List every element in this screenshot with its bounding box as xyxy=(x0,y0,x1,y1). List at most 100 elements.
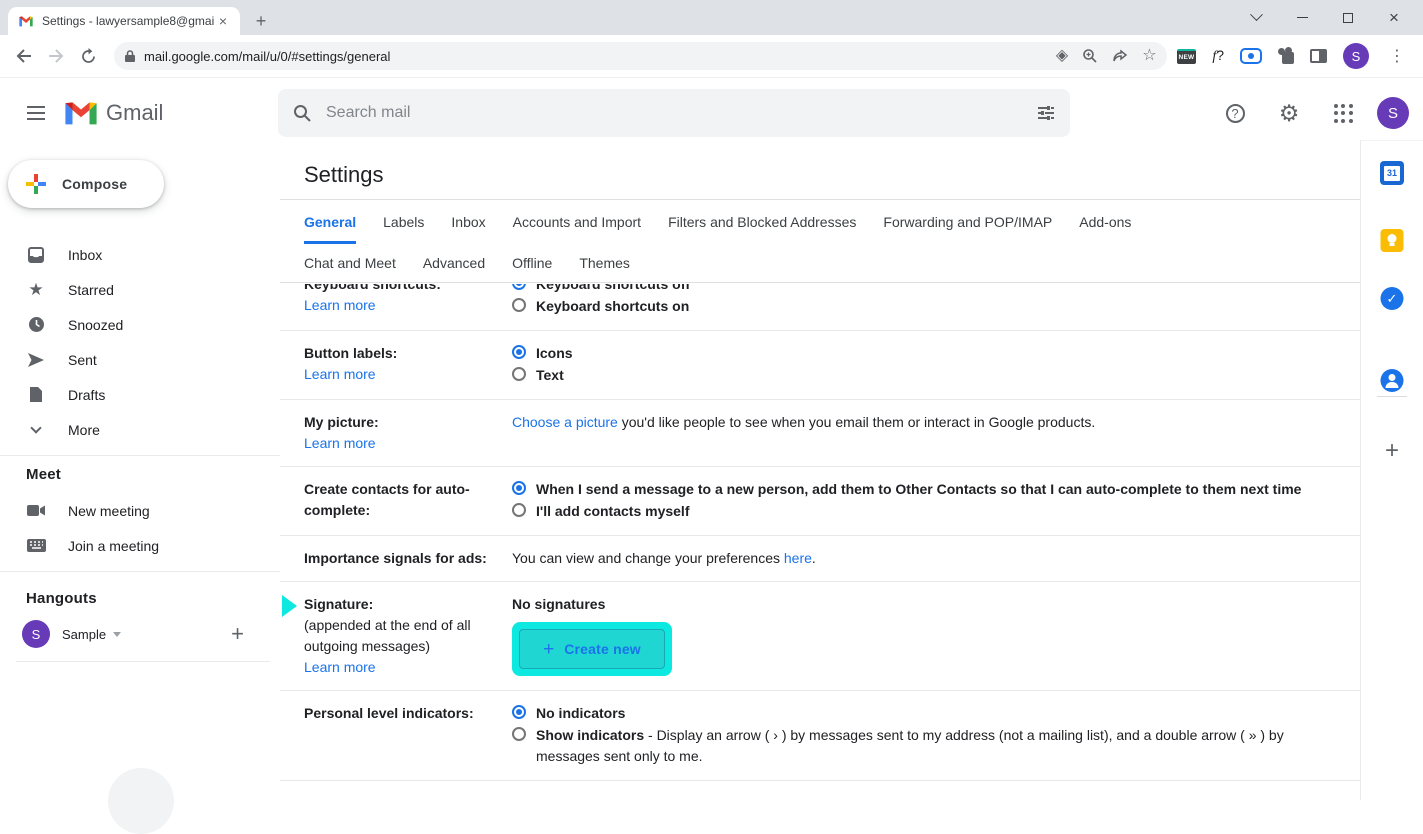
radio-unselected[interactable] xyxy=(512,727,526,741)
search-input[interactable] xyxy=(326,104,1036,122)
signature-sublabel: (appended at the end of all outgoing mes… xyxy=(304,617,471,654)
sidebar-item-sent[interactable]: Sent xyxy=(0,342,272,377)
option-add-contacts-myself[interactable]: I'll add contacts myself xyxy=(512,501,1320,522)
settings-gear-icon[interactable]: ⚙ xyxy=(1269,93,1309,133)
learn-more-link[interactable]: Learn more xyxy=(304,295,376,316)
tasks-icon[interactable]: ✓ xyxy=(1381,287,1404,310)
sidebar-item-snoozed[interactable]: Snoozed xyxy=(0,307,272,342)
row-button-labels: Button labels: Learn more Icons Text xyxy=(280,331,1360,400)
tab-advanced[interactable]: Advanced xyxy=(423,244,485,282)
hangouts-caret-icon[interactable] xyxy=(113,632,121,637)
radio-unselected[interactable] xyxy=(512,503,526,517)
create-new-signature-button[interactable]: + Create new xyxy=(519,629,665,669)
google-apps-icon[interactable] xyxy=(1323,93,1363,133)
hangouts-avatar[interactable]: S xyxy=(22,620,50,648)
choose-picture-link[interactable]: Choose a picture xyxy=(512,414,618,430)
radio-unselected[interactable] xyxy=(512,367,526,381)
get-addons-button[interactable]: + xyxy=(1385,437,1399,465)
radio-selected[interactable] xyxy=(512,345,526,359)
sidebar-item-join-meeting[interactable]: Join a meeting xyxy=(0,528,272,563)
zoom-icon[interactable] xyxy=(1082,48,1098,64)
fn-extension-icon[interactable]: f? xyxy=(1212,47,1224,65)
new-tab-button[interactable]: + xyxy=(248,8,274,34)
compose-label: Compose xyxy=(62,176,127,192)
sidebar-item-inbox[interactable]: Inbox xyxy=(0,237,272,272)
reload-icon[interactable] xyxy=(72,40,104,72)
search-options-icon[interactable] xyxy=(1036,103,1056,123)
bookmark-star-icon[interactable]: ☆ xyxy=(1142,48,1156,64)
tab-accounts-and-import[interactable]: Accounts and Import xyxy=(513,200,641,244)
calendar-icon[interactable]: 31 xyxy=(1380,161,1404,185)
sidebar-item-more[interactable]: More xyxy=(0,412,272,447)
radio-selected[interactable] xyxy=(512,481,526,495)
tab-general[interactable]: General xyxy=(304,200,356,244)
star-icon: ★ xyxy=(26,281,46,298)
row-keyboard-shortcuts: Keyboard shortcuts: Learn more Keyboard … xyxy=(280,284,1360,331)
gmail-logo-text: Gmail xyxy=(106,100,163,126)
sidebar-item-starred[interactable]: ★ Starred xyxy=(0,272,272,307)
option-keyboard-shortcuts-off[interactable]: Keyboard shortcuts off xyxy=(512,284,1320,295)
main-menu-icon[interactable] xyxy=(12,89,60,137)
browser-tab[interactable]: Settings - lawyersample8@gmail × xyxy=(8,7,240,35)
tab-search-icon[interactable] xyxy=(1233,0,1279,35)
hangouts-user-row[interactable]: S Sample + xyxy=(0,614,272,654)
minimize-button[interactable] xyxy=(1279,0,1325,35)
maximize-button[interactable] xyxy=(1325,0,1371,35)
tab-chat-and-meet[interactable]: Chat and Meet xyxy=(304,244,396,282)
browser-menu-icon[interactable]: ⋮ xyxy=(1385,46,1409,66)
support-icon[interactable]: ? xyxy=(1215,93,1255,133)
option-keyboard-shortcuts-on[interactable]: Keyboard shortcuts on xyxy=(512,296,1320,317)
tab-filters[interactable]: Filters and Blocked Addresses xyxy=(668,200,856,244)
tab-forwarding[interactable]: Forwarding and POP/IMAP xyxy=(883,200,1052,244)
search-bar[interactable] xyxy=(278,89,1070,137)
radio-unselected[interactable] xyxy=(512,298,526,312)
option-text[interactable]: Text xyxy=(512,365,1320,386)
tab-inbox[interactable]: Inbox xyxy=(451,200,485,244)
header-actions: ? ⚙ S xyxy=(1215,78,1409,148)
tab-addons[interactable]: Add-ons xyxy=(1079,200,1131,244)
radio-selected[interactable] xyxy=(512,284,526,290)
row-personal-level-indicators: Personal level indicators: No indicators… xyxy=(280,691,1360,781)
screen-record-extension-icon[interactable] xyxy=(1240,48,1262,64)
option-auto-add-contacts[interactable]: When I send a message to a new person, a… xyxy=(512,479,1320,500)
tab-themes[interactable]: Themes xyxy=(579,244,630,282)
learn-more-link[interactable]: Learn more xyxy=(304,364,376,385)
new-hangout-button[interactable]: + xyxy=(231,621,244,647)
option-no-indicators[interactable]: No indicators xyxy=(512,703,1320,724)
tab-close-icon[interactable]: × xyxy=(214,12,232,30)
extensions-puzzle-icon[interactable] xyxy=(1278,48,1294,64)
contacts-icon[interactable] xyxy=(1381,369,1404,392)
option-icons[interactable]: Icons xyxy=(512,343,1320,364)
learn-more-link[interactable]: Learn more xyxy=(304,657,376,678)
window-close-button[interactable]: × xyxy=(1371,0,1417,35)
sidebar-item-new-meeting[interactable]: New meeting xyxy=(0,493,272,528)
forward-icon[interactable] xyxy=(40,40,72,72)
reading-mode-icon[interactable]: ◈ xyxy=(1056,48,1068,64)
create-contacts-label: Create contacts for auto-complete: xyxy=(304,479,504,521)
url-text[interactable]: mail.google.com/mail/u/0/#settings/gener… xyxy=(144,49,1056,64)
tab-offline[interactable]: Offline xyxy=(512,244,552,282)
radio-selected[interactable] xyxy=(512,705,526,719)
option-show-indicators[interactable]: Show indicators - Display an arrow ( › )… xyxy=(512,725,1320,767)
gmail-logo[interactable]: Gmail xyxy=(64,100,163,126)
sidebar-item-drafts[interactable]: Drafts xyxy=(0,377,272,412)
settings-tabs-row2: Chat and Meet Advanced Offline Themes xyxy=(280,244,1360,283)
account-avatar[interactable]: S xyxy=(1377,97,1409,129)
right-side-panel: 31 ✓ + xyxy=(1360,140,1423,800)
side-panel-icon[interactable] xyxy=(1310,49,1327,63)
create-new-highlight: + Create new xyxy=(512,622,672,676)
search-icon[interactable] xyxy=(292,103,312,123)
browser-profile-avatar[interactable]: S xyxy=(1343,43,1369,69)
new-extension-icon[interactable]: NEW xyxy=(1177,49,1197,64)
browser-toolbar: mail.google.com/mail/u/0/#settings/gener… xyxy=(0,35,1423,78)
compose-button[interactable]: Compose xyxy=(8,160,164,208)
keep-icon[interactable] xyxy=(1381,229,1404,252)
share-icon[interactable] xyxy=(1112,48,1128,64)
back-icon[interactable] xyxy=(8,40,40,72)
here-link[interactable]: here xyxy=(784,550,812,566)
tab-labels[interactable]: Labels xyxy=(383,200,424,244)
address-bar[interactable]: mail.google.com/mail/u/0/#settings/gener… xyxy=(114,42,1167,70)
learn-more-link[interactable]: Learn more xyxy=(304,433,376,454)
hangouts-user-name[interactable]: Sample xyxy=(62,627,106,642)
extensions-bar: NEW f? S ⋮ xyxy=(1177,43,1409,69)
